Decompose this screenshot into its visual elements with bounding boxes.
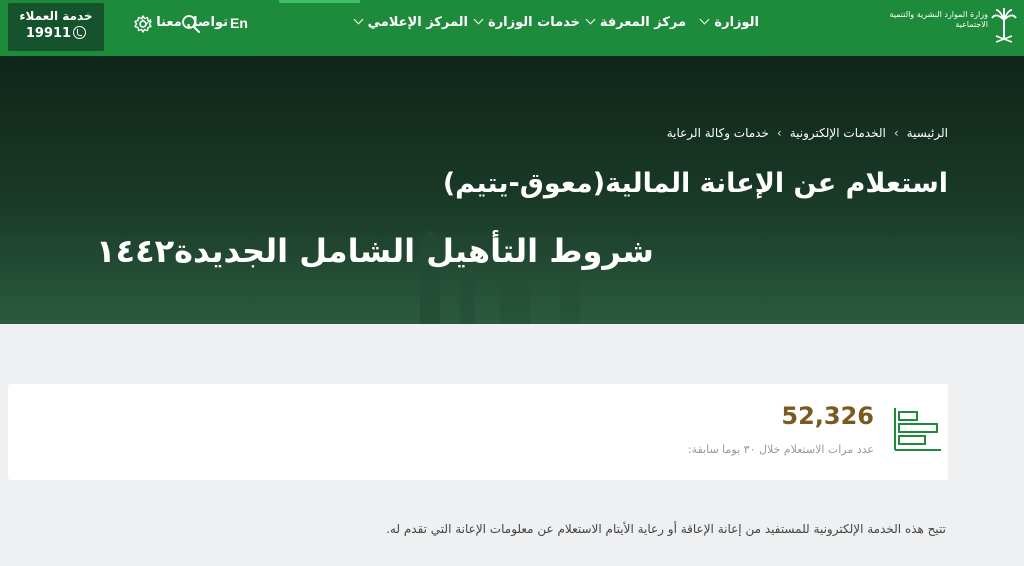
breadcrumb-home[interactable]: الرئيسية <box>907 126 948 140</box>
usage-count: 52,326 <box>781 402 874 430</box>
usage-count-label: عدد مرات الاستعلام خلال ٣٠ يوما سابقة: <box>687 443 874 456</box>
nav-knowledge-center[interactable]: مركز المعرفة <box>585 14 686 30</box>
chevron-down-icon <box>141 14 152 25</box>
chevron-left-icon: › <box>893 126 899 140</box>
breadcrumb-care-agency[interactable]: خدمات وكالة الرعاية <box>667 126 769 140</box>
nav-ministry-label: الوزارة <box>714 15 759 30</box>
nav-ministry-services-label: خدمات الوزارة <box>488 15 580 30</box>
overlay-title: شروط التأهيل الشامل الجديدة١٤٤٢ <box>96 232 654 270</box>
chevron-down-icon <box>585 14 596 25</box>
nav-contact-us-label: تواصل معنا <box>156 15 228 30</box>
nav-media-center-label: المركز الإعلامي <box>367 15 468 30</box>
nav-media-center[interactable]: المركز الإعلامي <box>353 14 468 30</box>
service-description: تتيح هذه الخدمة الإلكترونية للمستفيد من … <box>386 522 946 536</box>
hero-banner: الرئيسية › الخدمات الإلكترونية › خدمات وكالة… <box>0 56 1024 324</box>
chevron-down-icon <box>353 14 364 25</box>
breadcrumb: الرئيسية › الخدمات الإلكترونية › خدمات وكالة… <box>667 126 948 140</box>
nav-contact-us[interactable]: تواصل معنا <box>141 14 228 30</box>
language-switch[interactable]: En <box>230 15 248 31</box>
chevron-down-icon <box>699 14 710 25</box>
customer-service-number: 19911 <box>25 26 72 41</box>
active-indicator <box>279 0 360 3</box>
logo-text: وزارة الموارد البشرية والتنمية الاجتماعي… <box>889 10 988 29</box>
chevron-left-icon: › <box>776 126 782 140</box>
nav-knowledge-center-label: مركز المعرفة <box>599 15 686 30</box>
nav-ministry-services[interactable]: خدمات الوزارة <box>473 14 580 30</box>
chevron-down-icon <box>473 14 484 25</box>
breadcrumb-e-services[interactable]: الخدمات الإلكترونية <box>790 126 886 140</box>
stats-card: 52,326 عدد مرات الاستعلام خلال ٣٠ يوما س… <box>8 384 948 480</box>
ministry-logo[interactable]: وزارة الموارد البشرية والتنمية الاجتماعي… <box>870 4 1020 52</box>
bar-chart-icon <box>894 408 941 451</box>
customer-service-title: خدمة العملاء <box>19 9 93 23</box>
nav-ministry[interactable]: الوزارة <box>699 14 759 30</box>
page-title: استعلام عن الإعانة المالية(معوق-يتيم) <box>442 168 948 199</box>
top-navbar: خدمة العملاء 19911 En تواصل معنا المركز … <box>0 0 1024 56</box>
phone-icon <box>73 26 87 39</box>
palm-emblem-icon <box>991 8 1017 43</box>
customer-service-button[interactable]: خدمة العملاء 19911 <box>8 3 104 51</box>
